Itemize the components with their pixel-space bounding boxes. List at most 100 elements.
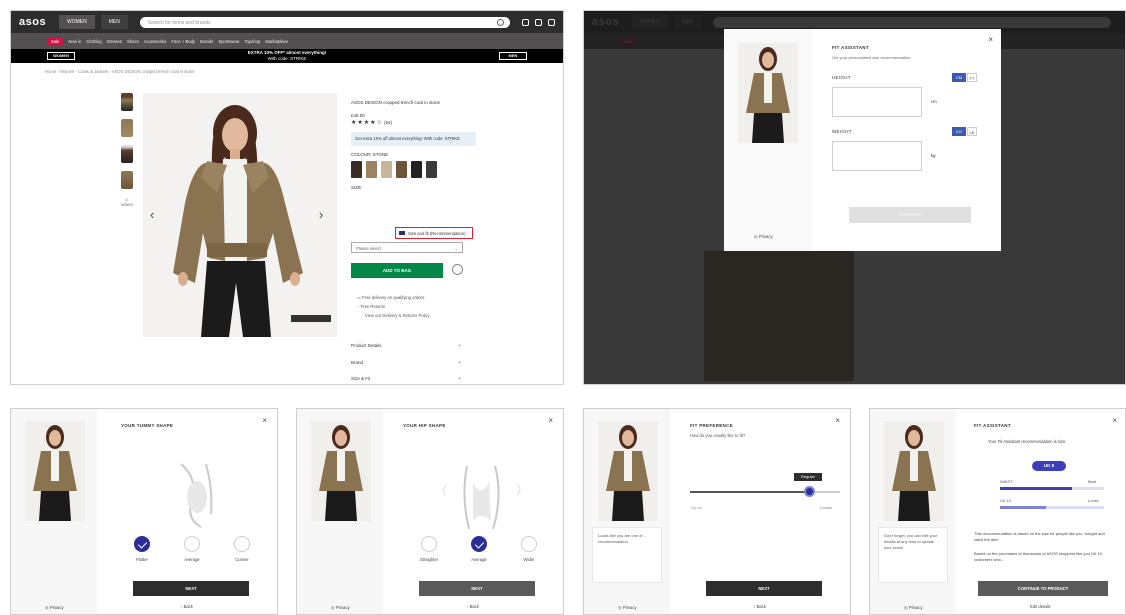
bar1-value: Best bbox=[1088, 479, 1097, 484]
option-wider-radio[interactable] bbox=[521, 536, 537, 552]
promo-men-button[interactable]: MEN bbox=[499, 52, 527, 60]
edit-details-link[interactable]: Edit details bbox=[1030, 604, 1050, 609]
next-button[interactable]: NEXT bbox=[133, 581, 249, 596]
continue-to-product-button[interactable]: CONTINUE TO PRODUCT bbox=[978, 581, 1108, 596]
returns-line: ◌ Free Returns bbox=[357, 302, 430, 311]
rating-count[interactable]: (64) bbox=[384, 120, 392, 125]
weight-unit-kg[interactable]: KG bbox=[952, 127, 966, 136]
size-select[interactable]: Please select ⌄ bbox=[351, 242, 463, 253]
accordion-product-details[interactable]: Product Details + bbox=[351, 343, 461, 348]
search-input[interactable]: Search for items and brands bbox=[139, 16, 510, 28]
thumbnail[interactable] bbox=[121, 93, 133, 111]
video-label[interactable]: VIDEO bbox=[117, 202, 137, 207]
add-to-bag-button[interactable]: ADD TO BAG bbox=[351, 263, 443, 278]
nav-item[interactable]: Brands bbox=[200, 39, 213, 44]
option-average-radio[interactable] bbox=[184, 536, 200, 552]
bar1-label: WAIST bbox=[1000, 479, 1013, 484]
save-heart-icon[interactable] bbox=[452, 264, 463, 275]
privacy-link[interactable]: ◎ Privacy bbox=[754, 234, 773, 239]
colour-swatch[interactable] bbox=[381, 161, 392, 178]
modal-subtitle: Get your personalised size recommendatio… bbox=[832, 55, 911, 60]
privacy-link[interactable]: ◎ Privacy bbox=[45, 605, 64, 610]
close-icon[interactable]: × bbox=[1112, 416, 1117, 425]
product-main-image[interactable] bbox=[143, 93, 337, 337]
privacy-link[interactable]: ◎ Privacy bbox=[618, 605, 637, 610]
thumbnail-strip: ▷ VIDEO bbox=[117, 93, 137, 207]
option-average-radio[interactable] bbox=[471, 536, 487, 552]
fit-slider-handle[interactable] bbox=[804, 486, 815, 497]
close-icon[interactable]: × bbox=[262, 416, 267, 425]
rating-stars[interactable]: ★★★★☆ bbox=[351, 120, 383, 126]
size-guide-link[interactable]: Size and fit (Recommendation) bbox=[395, 227, 473, 239]
back-link[interactable]: ‹ Back bbox=[467, 604, 479, 609]
nav-item[interactable]: Accessories bbox=[144, 39, 167, 44]
back-link[interactable]: ‹ Back bbox=[181, 604, 193, 609]
modal-subtitle: How do you usually like to fit? bbox=[690, 433, 746, 438]
back-label: Back bbox=[469, 604, 479, 609]
colour-swatch[interactable] bbox=[396, 161, 407, 178]
modal-title: YOUR TUMMY SHAPE bbox=[121, 423, 174, 428]
modal-title: FIT PREFERENCE bbox=[690, 423, 733, 428]
fit-bar-fill bbox=[1000, 506, 1046, 509]
colour-swatch[interactable] bbox=[351, 161, 362, 178]
promo-women-button[interactable]: WOMEN bbox=[47, 52, 75, 60]
nav-item[interactable]: Topshop bbox=[245, 39, 261, 44]
weight-unit-lb[interactable]: LB bbox=[967, 127, 977, 136]
continue-button[interactable]: CONTINUE bbox=[849, 207, 971, 223]
option-flatter-radio[interactable] bbox=[134, 536, 150, 552]
accordion-brand[interactable]: Brand + bbox=[351, 360, 461, 365]
site-logo[interactable]: asos bbox=[19, 16, 53, 28]
promo-banner[interactable]: WOMEN EXTRA 10% OFF* almost everything! … bbox=[11, 49, 563, 63]
nav-item-sale[interactable]: Sale bbox=[47, 36, 64, 46]
nav-item[interactable]: Sportswear bbox=[218, 39, 239, 44]
tab-men[interactable]: MEN bbox=[100, 15, 128, 29]
privacy-link[interactable]: ◎ Privacy bbox=[904, 605, 923, 610]
next-button[interactable]: NEXT bbox=[419, 581, 535, 596]
close-icon[interactable]: × bbox=[548, 416, 553, 425]
thumbnail[interactable] bbox=[121, 145, 133, 163]
accordion-size-fit[interactable]: Size & Fit + bbox=[351, 376, 461, 381]
height-unit-ft[interactable]: FT bbox=[967, 73, 977, 82]
bag-icon[interactable] bbox=[548, 18, 555, 26]
tab-women[interactable]: WOMEN bbox=[59, 15, 95, 29]
nav-item[interactable]: Face + Body bbox=[171, 39, 195, 44]
wishlist-icon[interactable] bbox=[535, 18, 542, 26]
option-straighter-radio[interactable] bbox=[421, 536, 437, 552]
option-curvier-radio[interactable] bbox=[234, 536, 250, 552]
next-image-arrow[interactable]: › bbox=[319, 207, 323, 222]
recommended-size-badge: UK 8 bbox=[1032, 461, 1066, 471]
nav-item[interactable]: Clothing bbox=[86, 39, 101, 44]
colour-swatch[interactable] bbox=[411, 161, 422, 178]
prev-image-arrow[interactable]: ‹ bbox=[150, 207, 154, 222]
weight-field[interactable] bbox=[832, 141, 922, 171]
thumbnail[interactable] bbox=[121, 171, 133, 189]
height-unit-cm[interactable]: CM bbox=[952, 73, 966, 82]
returns-text: Free Returns bbox=[360, 304, 386, 309]
nav-item[interactable]: Shoes bbox=[127, 39, 139, 44]
colour-swatch[interactable] bbox=[426, 161, 437, 178]
size-label: SIZE: bbox=[351, 185, 363, 190]
nav-item[interactable]: New in bbox=[68, 39, 81, 44]
height-field[interactable] bbox=[832, 87, 922, 117]
close-icon[interactable]: × bbox=[835, 416, 840, 425]
account-icon[interactable] bbox=[522, 18, 529, 26]
back-link[interactable]: ‹ Back bbox=[754, 604, 766, 609]
bar2-label: UK 10 bbox=[1000, 498, 1012, 503]
info-note: Don't forget, you can edit your details … bbox=[878, 527, 948, 583]
accordion-label: Product Details bbox=[351, 343, 382, 348]
thumbnail[interactable] bbox=[121, 119, 133, 137]
policy-link[interactable]: View our Delivery & Returns Policy bbox=[357, 311, 430, 320]
nav-item[interactable]: Dresses bbox=[107, 39, 122, 44]
back-label: Back bbox=[756, 604, 766, 609]
breadcrumb[interactable]: Home › Women › Coats & Jackets › ASOS DE… bbox=[45, 69, 195, 74]
privacy-label: Privacy bbox=[49, 605, 64, 610]
accordion-label: Brand bbox=[351, 360, 364, 365]
colour-swatch[interactable] bbox=[366, 161, 377, 178]
fit-slider-fill bbox=[690, 491, 808, 493]
promo-subtext: With code: STRIKE bbox=[267, 56, 307, 61]
nav-item[interactable]: Marketplace bbox=[265, 39, 288, 44]
privacy-link[interactable]: ◎ Privacy bbox=[331, 605, 350, 610]
close-icon[interactable]: × bbox=[988, 35, 993, 44]
next-button[interactable]: NEXT bbox=[706, 581, 822, 596]
search-icon[interactable] bbox=[497, 18, 504, 26]
